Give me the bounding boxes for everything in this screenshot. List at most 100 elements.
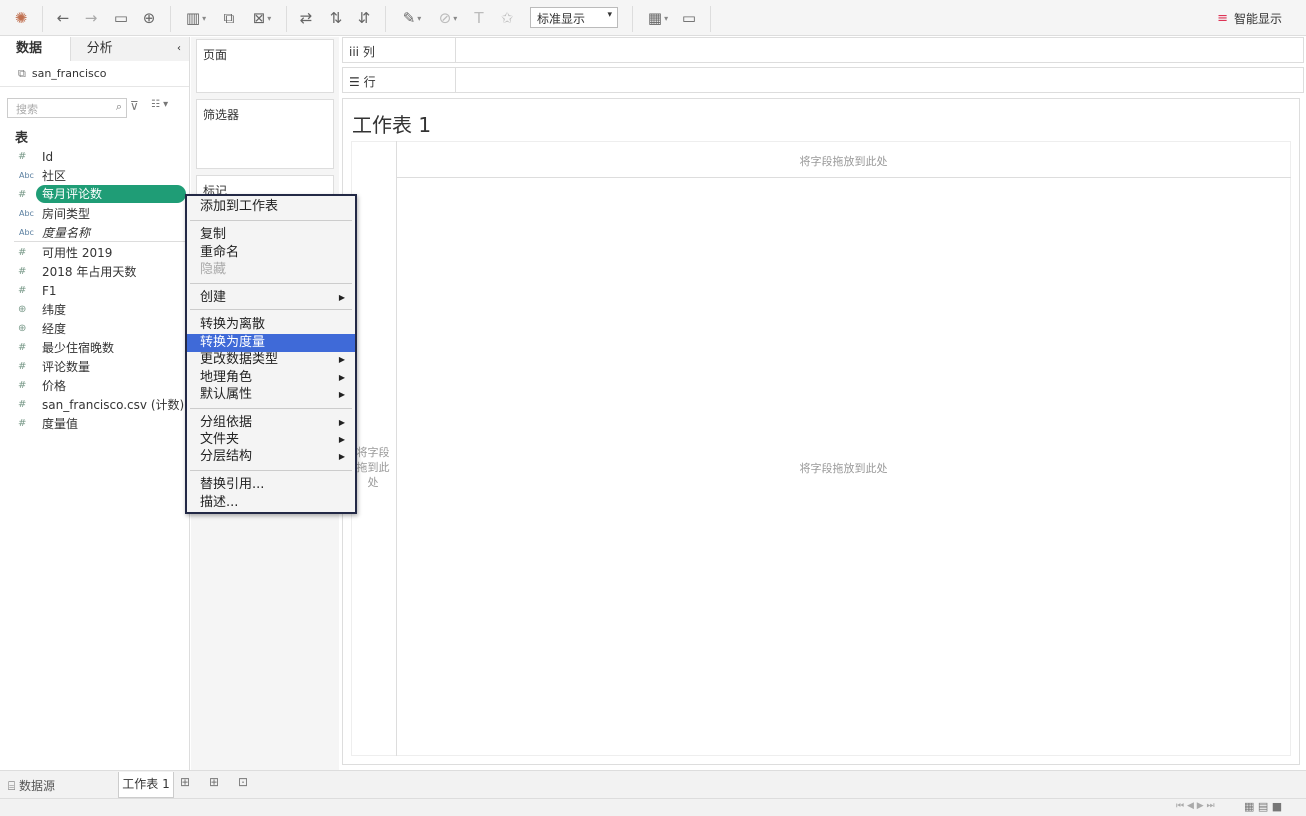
field-item[interactable]: # 每月评论数 (0, 185, 186, 204)
field-item[interactable]: # 度量值 (0, 414, 186, 433)
undo-icon[interactable]: ← (52, 6, 74, 30)
menu-item[interactable]: 转换为度量 (187, 334, 355, 352)
rows-shelf[interactable]: ☰ 行 (342, 67, 1304, 93)
field-item[interactable]: # Id (0, 147, 186, 166)
drop-zone-view[interactable]: 将字段拖放到此处 (396, 460, 1291, 476)
field-item[interactable]: ⊕ 经度 (0, 319, 186, 338)
logo-icon[interactable]: ✺ (10, 6, 32, 30)
database-icon: ⌸ (8, 779, 16, 793)
menu-item[interactable]: 分组依据 ▶ (187, 414, 355, 432)
sort-asc-icon[interactable]: ⇅ (325, 6, 347, 30)
navigation-icons[interactable]: ⏮ ◀ ▶ ⏭ (1176, 801, 1215, 811)
filters-label: 筛选器 (203, 108, 240, 122)
pages-card[interactable]: 页面 (196, 39, 334, 93)
menu-separator (190, 309, 352, 310)
menu-item[interactable]: 描述... (187, 494, 355, 512)
label-icon[interactable]: T (468, 6, 490, 30)
tab-analytics-label: 分析 (86, 41, 113, 56)
sheet-tabs-bar: ⌸ 数据源 工作表 1 ⊞ ⊞ ⊡ (0, 770, 1306, 798)
columns-icon: iii (349, 45, 360, 59)
menu-item-label: 转换为离散 (200, 317, 266, 332)
menu-item[interactable]: 默认属性 ▶ (187, 386, 355, 404)
data-pane: 数据 分析 ‹ ⧉ san_francisco 搜索 ⌕ ⊽ ☷ ▾ 表 # Id Ab… (0, 37, 190, 770)
field-name: 度量名称 (42, 226, 91, 240)
view-mode-icons[interactable]: ▦ ▤ ■ (1244, 800, 1282, 813)
clear-icon[interactable]: ⊠ ▾ (246, 6, 278, 30)
field-item[interactable]: Abc 度量名称 (0, 223, 186, 242)
field-item[interactable]: # 评论数量 (0, 357, 186, 376)
menu-item[interactable]: 转换为离散 (187, 316, 355, 334)
datasource-tab[interactable]: ⌸ 数据源 (8, 777, 55, 794)
new-story-icon[interactable]: ⊡ (238, 775, 248, 789)
field-item[interactable]: # 价格 (0, 376, 186, 395)
globe-icon: ⊕ (18, 323, 27, 334)
menu-item[interactable]: 创建 ▶ (187, 289, 355, 307)
rows-label: 行 (363, 75, 376, 89)
view-options-icon[interactable]: ☷ ▾ (151, 99, 168, 110)
save-icon[interactable]: ▭ (110, 6, 132, 30)
field-name: 社区 (42, 169, 67, 183)
rows-icon: ☰ (349, 75, 360, 89)
menu-item-label: 复制 (200, 227, 227, 242)
field-item[interactable]: # 可用性 2019 (0, 243, 186, 262)
tab-worksheet-1[interactable]: 工作表 1 (118, 772, 174, 798)
field-name: Id (42, 149, 54, 164)
chevron-down-icon: ▾ (607, 10, 612, 20)
worksheet-title[interactable]: 工作表 1 (352, 109, 431, 138)
pin-icon[interactable]: ✩ (496, 6, 518, 30)
columns-shelf[interactable]: iii 列 (342, 37, 1304, 63)
menu-item[interactable]: 替换引用... (187, 476, 355, 494)
menu-item[interactable]: 文件夹 ▶ (187, 431, 355, 449)
display-select[interactable]: 标准显示 ▾ (530, 7, 618, 28)
datasource-item[interactable]: ⧉ san_francisco (0, 61, 189, 87)
highlight-icon[interactable]: ✎ ▾ (396, 6, 428, 30)
show-me-label: 智能显示 (1233, 12, 1282, 26)
group-icon[interactable]: ⊘ ▾ (432, 6, 464, 30)
filters-card[interactable]: 筛选器 (196, 99, 334, 169)
search-input[interactable]: 搜索 ⌕ (7, 98, 127, 118)
menu-item[interactable]: 添加到工作表 (187, 198, 355, 216)
show-me-button[interactable]: ≡ 智能显示 (1217, 10, 1282, 27)
field-item[interactable]: #2018 年占用天数 (0, 262, 186, 281)
menu-item[interactable]: 复制 (187, 226, 355, 244)
new-datasource-icon[interactable]: ⊕ (138, 6, 160, 30)
redo-icon[interactable]: → (80, 6, 102, 30)
field-item[interactable]: ⊕ 纬度 (0, 300, 186, 319)
menu-item[interactable]: 隐藏 (187, 261, 355, 279)
field-item[interactable]: Abc 社区 (0, 166, 186, 185)
field-item[interactable]: # 最少住宿晚数 (0, 338, 186, 357)
number-type-icon: # (18, 380, 27, 391)
new-worksheet-icon[interactable]: ▥ ▾ (180, 6, 212, 30)
shelves: iii 列 ☰ 行 (340, 37, 1306, 97)
field-item[interactable]: Abc 房间类型 (0, 204, 186, 223)
menu-item[interactable]: 重命名 (187, 244, 355, 262)
number-type-icon: # (18, 418, 27, 429)
chart-size-icon[interactable]: ▦ ▾ (642, 6, 674, 30)
drop-zone-rows[interactable]: 将字段拖到此处 (355, 445, 391, 490)
submenu-arrow-icon: ▶ (338, 435, 345, 444)
menu-item-label: 转换为度量 (200, 335, 266, 350)
selected-field-pill[interactable]: 每月评论数 (36, 185, 186, 203)
collapse-icon[interactable]: ‹ (177, 37, 181, 61)
field-name: 评论数量 (42, 360, 91, 374)
new-dashboard-icon[interactable]: ⊞ (209, 775, 219, 789)
tab-data[interactable]: 数据 (0, 37, 70, 61)
menu-item[interactable]: 分层结构 ▶ (187, 448, 355, 466)
field-item[interactable]: # F1 (0, 281, 186, 300)
number-type-icon: # (18, 266, 27, 277)
drop-zone-columns[interactable]: 将字段拖放到此处 (396, 153, 1291, 169)
worksheet-tab-label: 工作表 1 (122, 777, 170, 791)
swap-icon[interactable]: ⇄ (295, 6, 317, 30)
filter-icon[interactable]: ⊽ (130, 99, 139, 113)
new-worksheet-tab-icon[interactable]: ⊞ (180, 775, 190, 789)
presentation-icon[interactable]: ▭ (678, 6, 700, 30)
menu-item[interactable]: 地理角色 ▶ (187, 369, 355, 387)
submenu-arrow-icon: ▶ (338, 355, 345, 364)
menu-item-label: 隐藏 (200, 262, 227, 277)
menu-item[interactable]: 更改数据类型 ▶ (187, 351, 355, 369)
field-item[interactable]: # san_francisco.csv (计数) (0, 395, 186, 414)
duplicate-icon[interactable]: ⧉ (218, 6, 240, 30)
sort-desc-icon[interactable]: ⇵ (353, 6, 375, 30)
tab-analytics[interactable]: 分析 ‹ (69, 37, 189, 61)
submenu-arrow-icon: ▶ (338, 373, 345, 382)
